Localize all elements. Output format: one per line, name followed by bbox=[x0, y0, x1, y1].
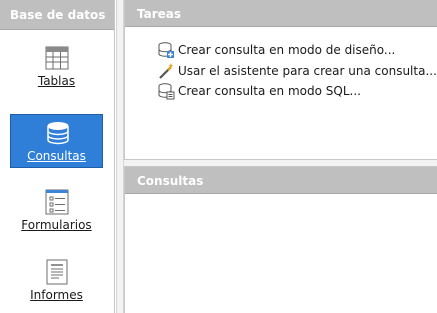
tasks-panel: Tareas Crear consulta en modo de diseño.… bbox=[124, 0, 437, 160]
form-icon bbox=[45, 189, 69, 215]
sidebar-header: Base de datos bbox=[0, 0, 114, 30]
sidebar-item-tablas[interactable]: Tablas bbox=[10, 40, 103, 94]
task-label: Usar el asistente para crear una consult… bbox=[178, 64, 437, 78]
sidebar-item-formularios[interactable]: Formularios bbox=[10, 184, 103, 238]
table-icon bbox=[45, 46, 69, 70]
database-sidebar: Base de datos Tablas Consultas Formulari… bbox=[0, 0, 115, 313]
sidebar-item-label: Formularios bbox=[21, 218, 92, 232]
report-icon bbox=[46, 259, 68, 285]
queries-panel-header: Consultas bbox=[125, 167, 437, 194]
database-icon bbox=[47, 122, 69, 145]
wizard-wand-icon bbox=[159, 63, 174, 79]
task-label: Crear consulta en modo de diseño... bbox=[178, 43, 396, 57]
sidebar-item-label: Tablas bbox=[37, 74, 76, 88]
sidebar-item-label: Informes bbox=[30, 288, 83, 302]
tasks-panel-header: Tareas bbox=[125, 0, 437, 27]
task-create-query-design[interactable]: Crear consulta en modo de diseño... bbox=[157, 41, 395, 59]
queries-list[interactable] bbox=[125, 195, 437, 313]
query-sql-icon bbox=[158, 83, 175, 100]
sidebar-item-informes[interactable]: Informes bbox=[10, 254, 103, 308]
query-design-icon bbox=[158, 42, 174, 58]
sidebar-item-label: Consultas bbox=[27, 149, 86, 163]
task-label: Crear consulta en modo SQL... bbox=[178, 84, 361, 98]
sidebar-item-consultas[interactable]: Consultas bbox=[10, 114, 103, 168]
queries-panel: Consultas bbox=[124, 166, 437, 313]
vertical-splitter[interactable] bbox=[116, 0, 124, 313]
task-query-wizard[interactable]: Usar el asistente para crear una consult… bbox=[157, 62, 437, 80]
task-create-query-sql[interactable]: Crear consulta en modo SQL... bbox=[157, 82, 361, 100]
